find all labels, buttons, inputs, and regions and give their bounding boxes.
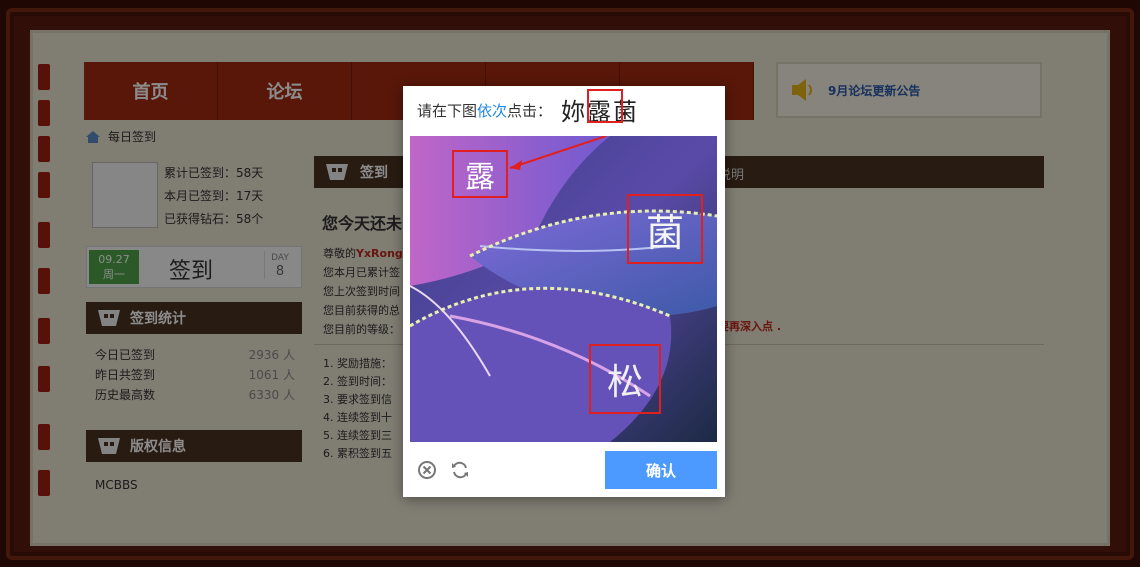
stat-label: 历史最高数 <box>95 388 156 402</box>
stat-label: 今日已签到 <box>95 348 156 362</box>
prompt-text: 点击： <box>507 102 553 120</box>
captcha-char-box[interactable]: 菌 <box>627 194 703 264</box>
speaker-icon <box>792 79 812 101</box>
rule-item: 3. 要求签到信 <box>323 393 392 406</box>
month-signin-days: 本月已签到：17天 <box>164 189 264 203</box>
level-hint: 要再深入点 . <box>718 320 782 333</box>
stat-value: 1061 人 <box>248 368 295 382</box>
stats-section-title: 签到统计 <box>130 311 186 327</box>
rule-item: 2. 签到时间： <box>323 375 392 388</box>
captcha-dialog: 请在下图依次点击： 妳露菌 露 菌 松 确认 <box>403 86 725 497</box>
rule-item: 1. 奖励措施： <box>323 357 392 370</box>
list-item: 昨日共签到 1061 人 <box>95 365 295 385</box>
binder-ring <box>38 424 50 450</box>
stats-section-header: 签到统计 <box>86 302 302 334</box>
captcha-prompt: 请在下图依次点击： <box>417 100 552 121</box>
rules-list: 1. 奖励措施： 2. 签到时间： 3. 要求签到信 4. 连续签到十 5. 连… <box>323 355 392 463</box>
binder-ring <box>38 470 50 496</box>
rule-item: 6. 累积签到五 <box>323 447 392 460</box>
rule-item: 4. 连续签到十 <box>323 411 392 424</box>
stat-value: 2936 人 <box>248 348 295 362</box>
day-label: DAY <box>271 253 289 263</box>
home-icon[interactable] <box>86 130 100 143</box>
signin-label: 签到 <box>169 259 214 284</box>
nav-forum[interactable]: 论坛 <box>218 62 352 120</box>
list-item: 历史最高数 6330 人 <box>95 385 295 405</box>
binder-ring <box>38 222 50 248</box>
confirm-button[interactable]: 确认 <box>605 451 717 489</box>
user-stats: 累计已签到：58天 本月已签到：17天 已获得钻石：58个 <box>164 162 263 231</box>
avatar <box>92 162 158 228</box>
tab-signin[interactable]: 签到 <box>360 162 388 182</box>
stat-label: 昨日共签到 <box>95 368 156 382</box>
nav-home[interactable]: 首页 <box>84 62 218 120</box>
captcha-char-box[interactable]: 露 <box>452 150 508 198</box>
info-line: 您本月已累计签 <box>323 266 400 279</box>
binder-ring <box>38 172 50 198</box>
diamonds-earned: 已获得钻石：58个 <box>164 212 264 226</box>
prompt-highlight: 依次 <box>477 102 508 120</box>
date-text: 09.27 <box>98 253 130 266</box>
refresh-icon[interactable] <box>450 460 470 480</box>
signin-info: 尊敬的YxRong 您本月已累计签 您上次签到时间 您目前获得的总 您目前的等级… <box>323 244 403 339</box>
copyright-section-title: 版权信息 <box>130 439 186 455</box>
stat-value: 6330 人 <box>248 388 295 402</box>
creeper-badge-icon <box>98 310 120 326</box>
rule-item: 5. 连续签到三 <box>323 429 392 442</box>
breadcrumb: 每日签到 <box>86 128 156 145</box>
binder-ring <box>38 318 50 344</box>
username[interactable]: YxRong <box>356 247 403 260</box>
info-line: 您目前的等级： <box>323 323 400 336</box>
copyright-section-header: 版权信息 <box>86 430 302 462</box>
creeper-badge-icon <box>326 164 348 180</box>
binder-ring <box>38 64 50 90</box>
copyright-text: MCBBS <box>95 478 138 492</box>
date-tag: 09.27 周一 <box>89 250 139 284</box>
stats-list: 今日已签到 2936 人 昨日共签到 1061 人 历史最高数 6330 人 <box>95 345 295 405</box>
info-line: 您上次签到时间 <box>323 285 400 298</box>
info-line: 您目前获得的总 <box>323 304 400 317</box>
creeper-badge-icon <box>98 438 120 454</box>
total-signin-days: 累计已签到：58天 <box>164 166 264 180</box>
announcement-link[interactable]: 9月论坛更新公告 <box>828 82 920 99</box>
list-item: 今日已签到 2936 人 <box>95 345 295 365</box>
greeting-prefix: 尊敬的 <box>323 247 356 260</box>
signin-button[interactable]: 09.27 周一 签到 DAY 8 <box>86 246 302 288</box>
binder-ring <box>38 268 50 294</box>
prompt-text: 请在下图 <box>417 102 478 120</box>
binder-ring <box>38 136 50 162</box>
binder-ring <box>38 366 50 392</box>
announcement-box[interactable]: 9月论坛更新公告 <box>776 62 1042 118</box>
day-counter: DAY 8 <box>264 251 295 279</box>
binder-ring <box>38 100 50 126</box>
day-number: 8 <box>275 264 285 279</box>
captcha-char-box[interactable]: 松 <box>589 344 661 414</box>
weekday-text: 周一 <box>103 268 125 281</box>
close-icon[interactable] <box>417 460 437 480</box>
captcha-image[interactable]: 露 菌 松 <box>410 136 717 442</box>
target-highlight-box <box>587 89 623 123</box>
main-title: 您今天还未 <box>322 214 403 233</box>
breadcrumb-current: 每日签到 <box>108 130 157 144</box>
